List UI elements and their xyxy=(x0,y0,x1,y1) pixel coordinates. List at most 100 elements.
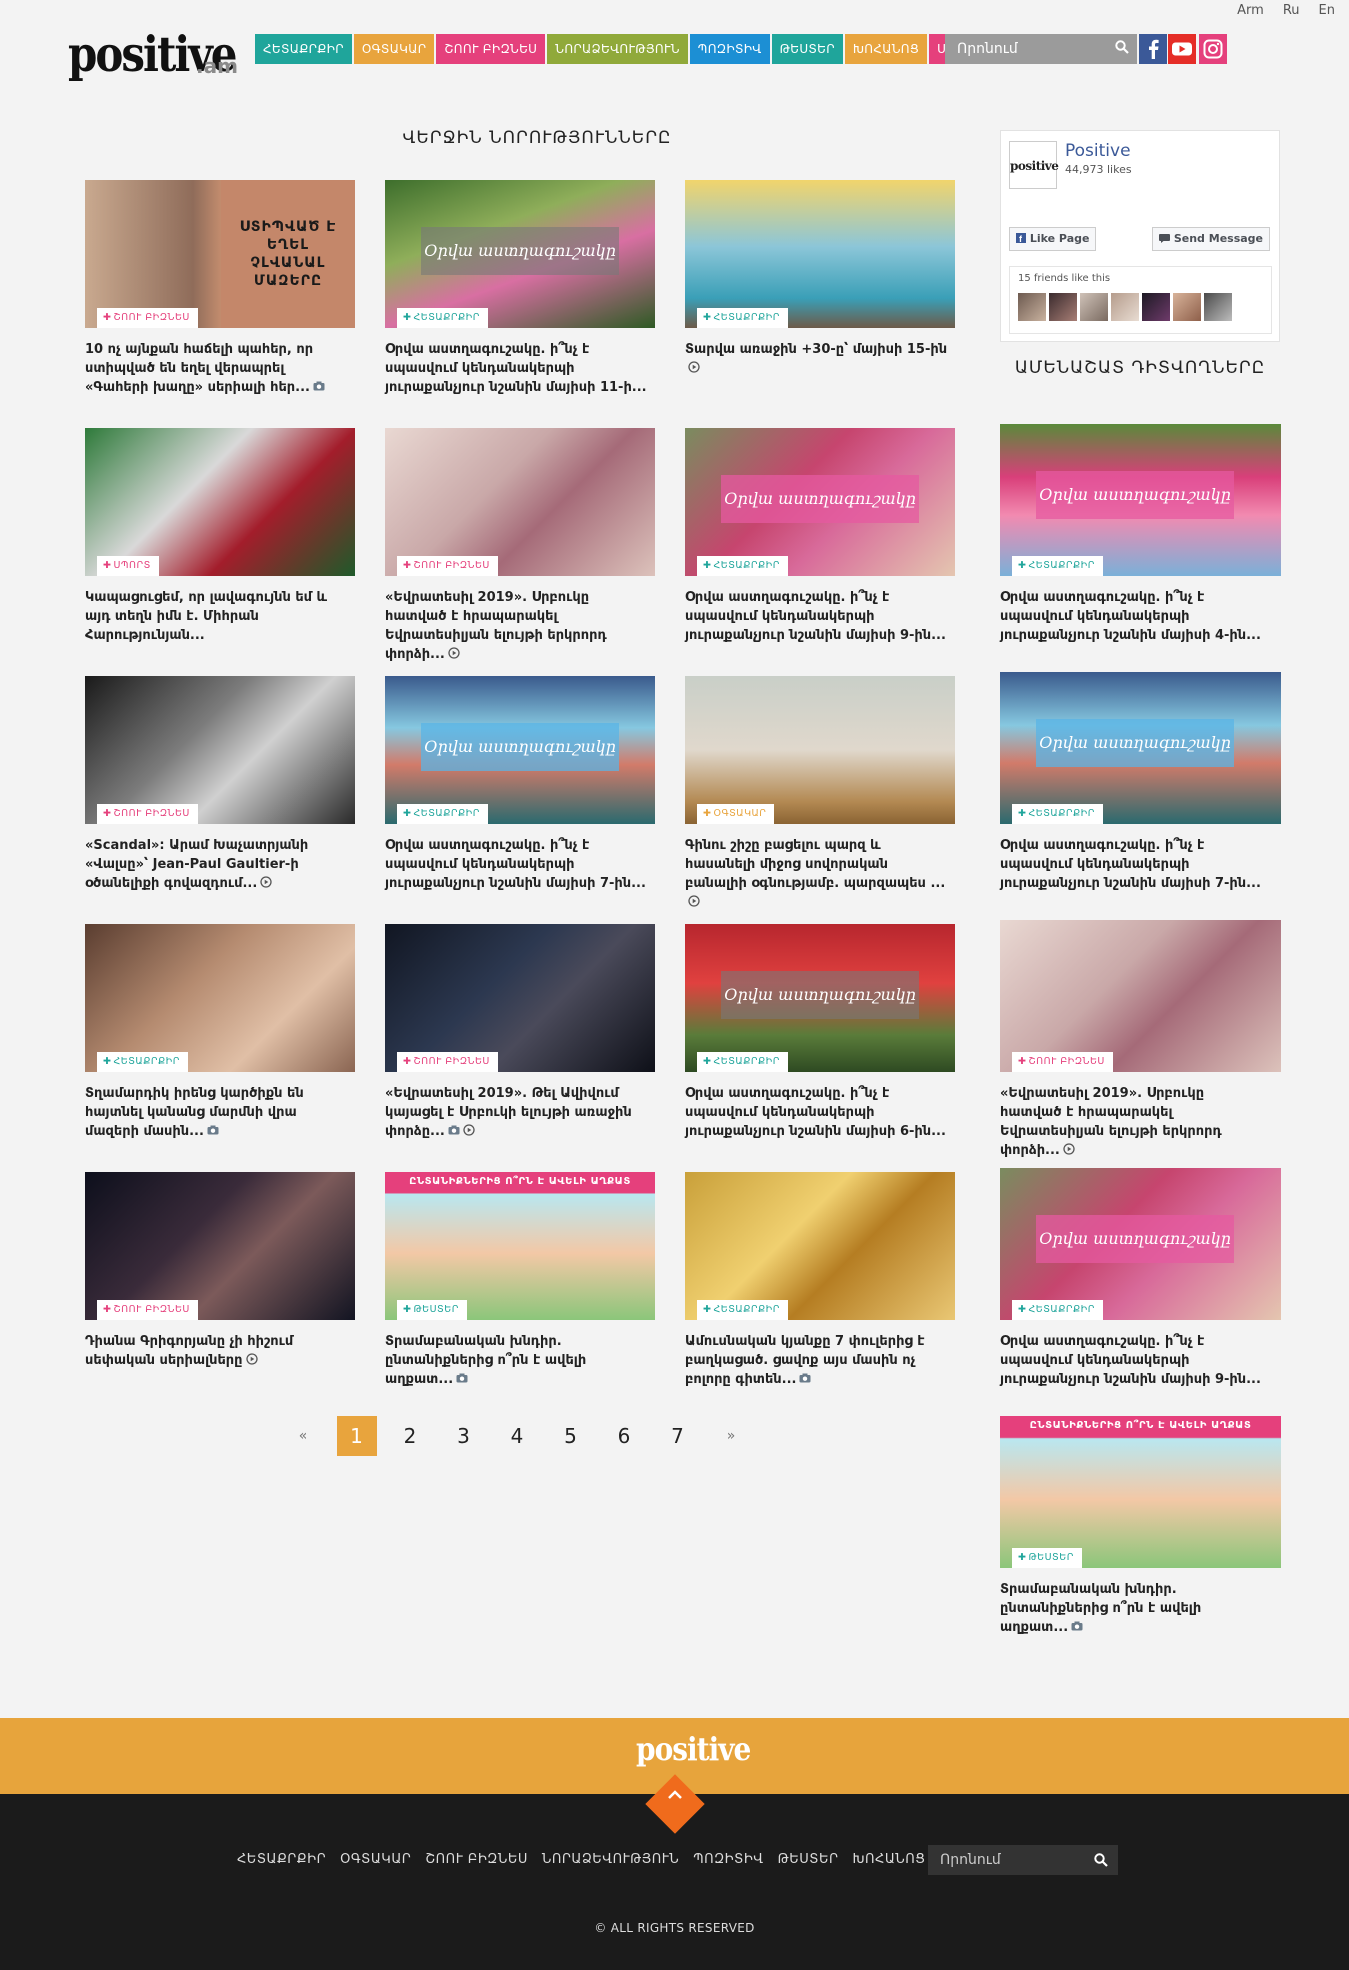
article-title[interactable]: Դիանա Գրիգորյանը չի հիշում սեփական սերիա… xyxy=(85,1332,351,1370)
search-input[interactable] xyxy=(945,34,1110,64)
article-card[interactable]: ✚ ՀԵՏԱՔՐՔԻՐ Տղամարդիկ իրենց կարծիքն են հայ… xyxy=(85,924,355,1141)
fb-page-logo[interactable]: positive xyxy=(1009,141,1059,189)
article-title[interactable]: Ամուսնական կյանքը 7 փուլերից է բաղկացած.… xyxy=(685,1332,951,1389)
article-image[interactable]: ✚ ՀԵՏԱՔՐՔԻՐ xyxy=(685,1172,955,1320)
fb-like-page-button[interactable]: f Like Page xyxy=(1009,227,1097,251)
article-title[interactable]: «Scandal»: Արամ Խաչատրյանի «Վալսը»՝ Jean… xyxy=(85,836,351,893)
page-6[interactable]: 6 xyxy=(604,1416,644,1456)
article-card[interactable]: ✚ ՀԵՏԱՔՐՔԻՐ Ամուսնական կյանքը 7 փուլերից է… xyxy=(685,1172,955,1389)
page-5[interactable]: 5 xyxy=(551,1416,591,1456)
category-badge[interactable]: ✚ ՀԵՏԱՔՐՔԻՐ xyxy=(697,1300,788,1320)
article-card[interactable]: ՍՏԻՊՎԱԾ Է ԵՂԵԼ ՉԼՎԱՆԱԼ ՄԱԶԵՐԸ ✚ ՇՈՈՒ ԲԻԶՆԵ… xyxy=(85,180,355,397)
footer-nav-item[interactable]: ՊՈԶԻՏԻՎ xyxy=(693,1852,763,1867)
article-card[interactable]: Օրվա աստղագուշակը ✚ ՀԵՏԱՔՐՔԻՐ Օրվա աստղագու… xyxy=(385,676,655,893)
nav-item[interactable]: ՇՈՈՒ ԲԻԶՆԵՍ xyxy=(436,34,546,64)
category-badge[interactable]: ✚ ՇՈՈՒ ԲԻԶՆԵՍ xyxy=(397,556,498,576)
category-badge[interactable]: ✚ ԹԵՍՏԵՐ xyxy=(397,1300,467,1320)
footer-logo[interactable]: positive xyxy=(636,1730,751,1768)
article-card[interactable]: Օրվա աստղագուշակը ✚ ՀԵՏԱՔՐՔԻՐ Օրվա աստղագու… xyxy=(685,924,955,1141)
article-image[interactable]: Օրվա աստղագուշակը ✚ ՀԵՏԱՔՐՔԻՐ xyxy=(1000,672,1281,824)
friend-avatar[interactable] xyxy=(1049,293,1077,321)
category-badge[interactable]: ✚ ՇՈՈՒ ԲԻԶՆԵՍ xyxy=(97,308,198,328)
article-title[interactable]: Տարվա առաջին +30-ը՝ մայիսի 15-ին xyxy=(685,340,951,378)
footer-nav-item[interactable]: ԽՈՀԱՆՈՑ xyxy=(853,1852,926,1867)
youtube-icon[interactable] xyxy=(1168,34,1196,64)
article-card[interactable]: ✚ ՇՈՈՒ ԲԻԶՆԵՍ «Եվրատեսիլ 2019». Սրբուկը հա… xyxy=(385,428,655,664)
article-card[interactable]: Օրվա աստղագուշակը ✚ ՀԵՏԱՔՐՔԻՐ Օրվա աստղագու… xyxy=(385,180,655,397)
search-icon[interactable] xyxy=(1115,40,1129,54)
page-1[interactable]: 1 xyxy=(336,1416,377,1456)
article-card[interactable]: ✚ ՇՈՈՒ ԲԻԶՆԵՍ «Եվրատեսիլ 2019». Թել Ավիվու… xyxy=(385,924,655,1141)
article-card[interactable]: ԸՆՏԱՆԻՔՆԵՐԻՑ Ո՞ՐՆ Է ԱՎԵԼԻ ԱՂՔԱՏ ✚ ԹԵՍՏԵՐ Տր… xyxy=(1000,1416,1281,1637)
article-card[interactable]: Օրվա աստղագուշակը ✚ ՀԵՏԱՔՐՔԻՐ Օրվա աստղագու… xyxy=(1000,424,1281,645)
friend-avatar[interactable] xyxy=(1018,293,1046,321)
nav-item[interactable]: ԹԵՍՏԵՐ xyxy=(771,34,843,64)
article-title[interactable]: «Եվրատեսիլ 2019». Թել Ավիվում կայացել է … xyxy=(385,1084,651,1141)
article-image[interactable]: Օրվա աստղագուշակը ✚ ՀԵՏԱՔՐՔԻՐ xyxy=(385,676,655,824)
friend-avatar[interactable] xyxy=(1173,293,1201,321)
footer-nav-item[interactable]: ՇՈՈՒ ԲԻԶՆԵՍ xyxy=(425,1852,528,1867)
article-title[interactable]: Օրվա աստղագուշակը. ի՞նչ է սպասվում կենդա… xyxy=(1000,588,1266,645)
category-badge[interactable]: ✚ ՇՈՈՒ ԲԻԶՆԵՍ xyxy=(97,1300,198,1320)
article-image[interactable]: ✚ ՕԳՏԱԿԱՐ xyxy=(685,676,955,824)
facebook-icon[interactable] xyxy=(1139,34,1167,64)
category-badge[interactable]: ✚ ԹԵՍՏԵՐ xyxy=(1012,1548,1082,1568)
page-2[interactable]: 2 xyxy=(390,1416,430,1456)
footer-nav-item[interactable]: ՀԵՏԱՔՐՔԻՐ xyxy=(237,1852,326,1867)
article-image[interactable]: ✚ ՇՈՈՒ ԲԻԶՆԵՍ xyxy=(385,428,655,576)
footer-nav-item[interactable]: ՕԳՏԱԿԱՐ xyxy=(340,1852,411,1867)
lang-ru[interactable]: Ru xyxy=(1283,3,1300,18)
article-image[interactable]: ՍՏԻՊՎԱԾ Է ԵՂԵԼ ՉԼՎԱՆԱԼ ՄԱԶԵՐԸ ✚ ՇՈՈՒ ԲԻԶՆԵ… xyxy=(85,180,355,328)
article-title[interactable]: Տղամարդիկ իրենց կարծիքն են հայտնել կանան… xyxy=(85,1084,351,1141)
article-image[interactable]: Օրվա աստղագուշակը ✚ ՀԵՏԱՔՐՔԻՐ xyxy=(1000,424,1281,576)
footer-search-input[interactable] xyxy=(928,1845,1088,1875)
article-card[interactable]: ✚ ՀԵՏԱՔՐՔԻՐ Տարվա առաջին +30-ը՝ մայիսի 15-… xyxy=(685,180,955,378)
article-image[interactable]: ԸՆՏԱՆԻՔՆԵՐԻՑ Ո՞ՐՆ Է ԱՎԵԼԻ ԱՂՔԱՏ ✚ ԹԵՍՏԵՐ xyxy=(385,1172,655,1320)
article-image[interactable]: ✚ ՇՈՈՒ ԲԻԶՆԵՍ xyxy=(1000,920,1281,1072)
instagram-icon[interactable] xyxy=(1199,34,1227,64)
category-badge[interactable]: ✚ ՀԵՏԱՔՐՔԻՐ xyxy=(397,804,488,824)
category-badge[interactable]: ✚ ՀԵՏԱՔՐՔԻՐ xyxy=(697,1052,788,1072)
article-image[interactable]: Օրվա աստղագուշակը ✚ ՀԵՏԱՔՐՔԻՐ xyxy=(385,180,655,328)
category-badge[interactable]: ✚ ՀԵՏԱՔՐՔԻՐ xyxy=(1012,804,1103,824)
article-image[interactable]: ✚ ՇՈՈՒ ԲԻԶՆԵՍ xyxy=(85,1172,355,1320)
site-logo[interactable]: positive .am xyxy=(68,26,238,86)
article-title[interactable]: Գինու շիշը բացելու պարզ և հասանելի միջոց… xyxy=(685,836,951,912)
category-badge[interactable]: ✚ ՇՈՈՒ ԲԻԶՆԵՍ xyxy=(397,1052,498,1072)
friend-avatar[interactable] xyxy=(1204,293,1232,321)
pagination-next[interactable]: » xyxy=(711,1416,751,1456)
article-title[interactable]: Օրվա աստղագուշակը. ի՞նչ է սպասվում կենդա… xyxy=(385,836,651,893)
nav-item[interactable]: ՆՈՐԱՁԵՎՈՒԹՅՈՒՆ xyxy=(547,34,688,64)
category-badge[interactable]: ✚ ՀԵՏԱՔՐՔԻՐ xyxy=(1012,556,1103,576)
article-card[interactable]: ✚ ՇՈՈՒ ԲԻԶՆԵՍ «Scandal»: Արամ Խաչատրյանի «… xyxy=(85,676,355,893)
fb-send-message-button[interactable]: Send Message xyxy=(1152,227,1271,251)
lang-arm[interactable]: Arm xyxy=(1237,3,1264,18)
article-card[interactable]: Օրվա աստղագուշակը ✚ ՀԵՏԱՔՐՔԻՐ Օրվա աստղագու… xyxy=(685,428,955,645)
article-card[interactable]: Օրվա աստղագուշակը ✚ ՀԵՏԱՔՐՔԻՐ Օրվա աստղագու… xyxy=(1000,1168,1281,1389)
category-badge[interactable]: ✚ ՀԵՏԱՔՐՔԻՐ xyxy=(97,1052,188,1072)
nav-item[interactable]: ՀԵՏԱՔՐՔԻՐ xyxy=(255,34,352,64)
page-7[interactable]: 7 xyxy=(658,1416,698,1456)
category-badge[interactable]: ✚ ՇՈՈՒ ԲԻԶՆԵՍ xyxy=(97,804,198,824)
chevron-up-icon[interactable] xyxy=(666,1786,684,1804)
article-title[interactable]: Օրվա աստղագուշակը. ի՞նչ է սպասվում կենդա… xyxy=(385,340,651,397)
article-image[interactable]: ԸՆՏԱՆԻՔՆԵՐԻՑ Ո՞ՐՆ Է ԱՎԵԼԻ ԱՂՔԱՏ ✚ ԹԵՍՏԵՐ xyxy=(1000,1416,1281,1568)
article-image[interactable]: ✚ ՇՈՈՒ ԲԻԶՆԵՍ xyxy=(85,676,355,824)
friend-avatar[interactable] xyxy=(1142,293,1170,321)
nav-item[interactable]: ԽՈՀԱՆՈՑ xyxy=(844,34,928,64)
article-image[interactable]: ✚ ՍՊՈՐՏ xyxy=(85,428,355,576)
lang-en[interactable]: En xyxy=(1319,3,1335,18)
fb-page-name[interactable]: Positive xyxy=(1065,141,1131,161)
article-title[interactable]: «Եվրատեսիլ 2019». Սրբուկը հատված է հրապա… xyxy=(1000,1084,1266,1160)
article-image[interactable]: ✚ ՇՈՈՒ ԲԻԶՆԵՍ xyxy=(385,924,655,1072)
article-title[interactable]: Օրվա աստղագուշակը. ի՞նչ է սպասվում կենդա… xyxy=(685,1084,951,1141)
article-image[interactable]: ✚ ՀԵՏԱՔՐՔԻՐ xyxy=(85,924,355,1072)
article-card[interactable]: ✚ ՇՈՈՒ ԲԻԶՆԵՍ «Եվրատեսիլ 2019». Սրբուկը հա… xyxy=(1000,920,1281,1160)
nav-item[interactable]: ՊՈԶԻՏԻՎ xyxy=(689,34,770,64)
article-image[interactable]: ✚ ՀԵՏԱՔՐՔԻՐ xyxy=(685,180,955,328)
category-badge[interactable]: ✚ ՇՈՈՒ ԲԻԶՆԵՍ xyxy=(1012,1052,1113,1072)
article-title[interactable]: Տրամաբանական խնդիր. ընտանիքներից ո՞րն է … xyxy=(385,1332,651,1389)
article-card[interactable]: ԸՆՏԱՆԻՔՆԵՐԻՑ Ո՞ՐՆ Է ԱՎԵԼԻ ԱՂՔԱՏ ✚ ԹԵՍՏԵՐ Տր… xyxy=(385,1172,655,1389)
article-title[interactable]: Տրամաբանական խնդիր. ընտանիքներից ո՞րն է … xyxy=(1000,1580,1266,1637)
page-4[interactable]: 4 xyxy=(497,1416,537,1456)
